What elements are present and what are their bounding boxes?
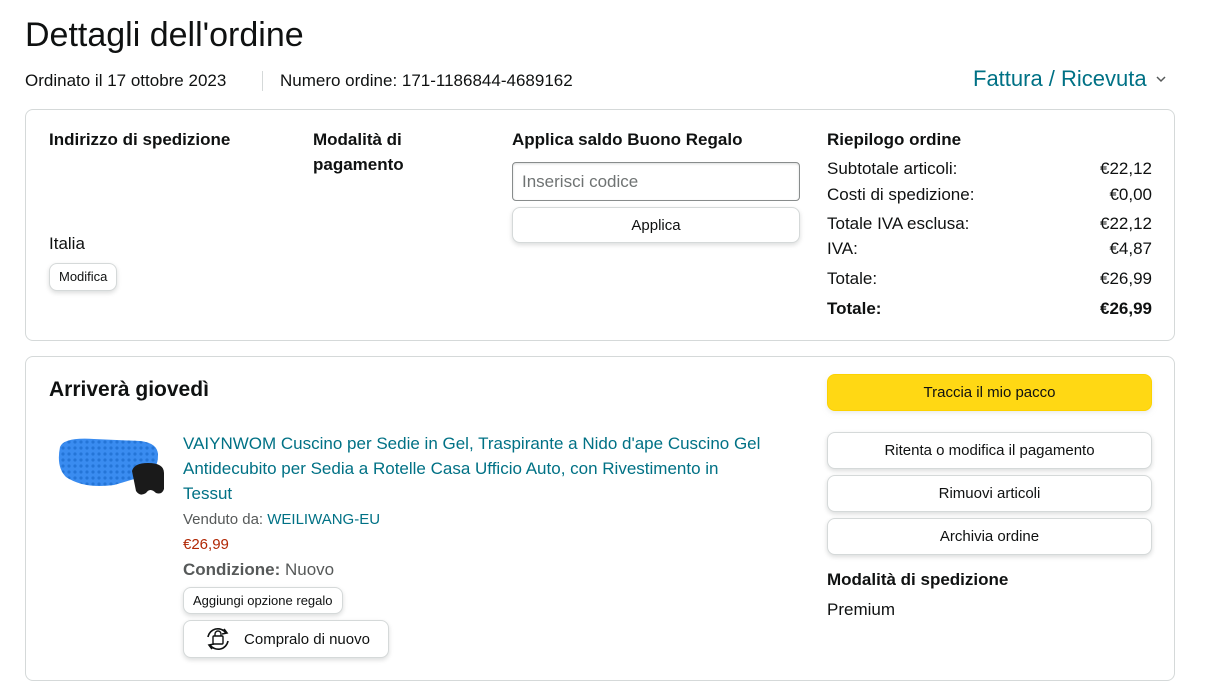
summary-value: €4,87 [1109,239,1152,258]
archive-order-button[interactable]: Archivia ordine [827,518,1152,555]
sold-by: Venduto da: WEILIWANG-EU [183,510,380,530]
edit-address-button[interactable]: Modifica [49,263,118,291]
summary-label: Totale: [827,299,882,318]
shipping-country: Italia [49,234,85,253]
summary-row-total-excl-vat: Totale IVA esclusa: €22,12 [827,211,1152,236]
product-title-link[interactable]: VAIYNWOM Cuscino per Sedie in Gel, Trasp… [183,431,793,506]
summary-row-grand-total: Totale: €26,99 [827,296,1152,321]
remove-items-button[interactable]: Rimuovi articoli [827,475,1152,512]
summary-row-total: Totale: €26,99 [827,266,1152,291]
product-condition: Condizione: Nuovo [183,557,334,582]
summary-row-shipping: Costi di spedizione: €0,00 [827,182,1152,207]
reorder-icon [207,628,229,650]
product-price: €26,99 [183,536,229,553]
summary-value: €26,99 [1100,299,1152,318]
condition-label: Condizione: [183,560,281,579]
summary-value: €26,99 [1100,269,1152,288]
chevron-down-icon [1156,76,1166,83]
buy-again-label: Compralo di nuovo [244,630,370,648]
summary-label: Subtotale articoli: [827,159,958,178]
order-number: Numero ordine: 171-1186844-4689162 [280,71,573,90]
shipment-card: Arriverà giovedì VAIYNWOM Cuscino per Se… [25,356,1175,681]
summary-value: €22,12 [1100,159,1152,178]
page-title: Dettagli dell'ordine [25,16,304,54]
invoice-receipt-label: Fattura / Ricevuta [973,66,1147,91]
condition-value: Nuovo [285,560,335,579]
order-info-card: Indirizzo di spedizione Italia Modifica … [25,109,1175,341]
shipping-method-heading: Modalità di spedizione [827,570,1009,589]
gel-cushion-image [58,438,164,495]
buy-again-button[interactable]: Compralo di nuovo [183,620,389,658]
gift-code-input[interactable] [512,162,800,201]
summary-row-vat: IVA: €4,87 [827,236,1152,261]
summary-value: €22,12 [1100,214,1152,233]
shipping-address-heading: Indirizzo di spedizione [49,130,231,149]
summary-label: Totale: [827,269,878,288]
payment-heading-line2: pagamento [313,155,404,174]
order-date: Ordinato il 17 ottobre 2023 [25,71,227,90]
product-title-line: Tessut [183,484,233,503]
summary-value: €0,00 [1109,185,1152,204]
payment-heading-line1: Modalità di [313,130,402,149]
delivery-status-heading: Arriverà giovedì [49,378,209,401]
summary-label: Costi di spedizione: [827,185,975,204]
retry-payment-button[interactable]: Ritenta o modifica il pagamento [827,432,1152,469]
product-title-line: Antidecubito per Sedia a Rotelle Casa Uf… [183,459,719,478]
order-summary-heading: Riepilogo ordine [827,130,962,149]
sold-by-label: Venduto da: [183,511,264,528]
seller-link[interactable]: WEILIWANG-EU [267,511,380,528]
invoice-receipt-link[interactable]: Fattura / Ricevuta [973,65,1167,93]
shipping-method-value: Premium [827,600,896,619]
meta-divider [262,71,263,91]
add-gift-option-button[interactable]: Aggiungi opzione regalo [183,587,343,614]
summary-label: Totale IVA esclusa: [827,214,970,233]
summary-row-subtotal: Subtotale articoli: €22,12 [827,156,1152,181]
summary-label: IVA: [827,239,858,258]
apply-gift-code-button[interactable]: Applica [512,207,800,243]
track-package-button[interactable]: Traccia il mio pacco [827,374,1152,411]
payment-method-heading: Modalità di pagamento [313,127,404,177]
gift-card-heading: Applica saldo Buono Regalo [512,130,743,149]
product-image[interactable] [54,433,168,499]
product-title-line: VAIYNWOM Cuscino per Sedie in Gel, Trasp… [183,434,761,453]
